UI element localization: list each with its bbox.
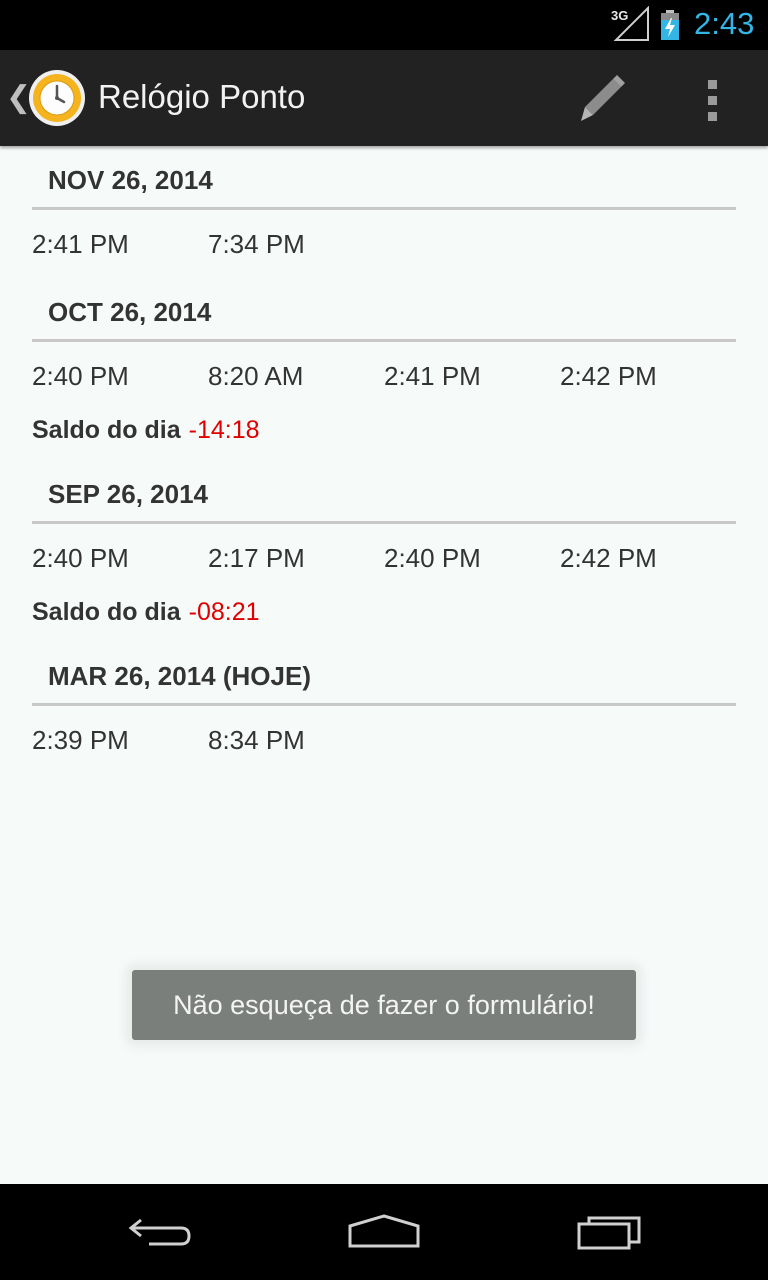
punch-time[interactable]: 8:20 AM xyxy=(208,358,384,394)
punch-time[interactable]: 2:40 PM xyxy=(32,540,208,576)
divider xyxy=(32,339,736,342)
divider xyxy=(32,521,736,524)
home-button[interactable] xyxy=(336,1204,432,1260)
network-type: 3G xyxy=(611,8,629,23)
toast-message: Não esqueça de fazer o formulário! xyxy=(132,970,636,1040)
daily-balance-label: Saldo do dia xyxy=(32,416,181,444)
battery-charging-icon xyxy=(661,10,679,40)
day-group: NOV 26, 2014 2:41 PM 7:34 PM xyxy=(0,164,768,262)
status-bar: 3G 2:43 xyxy=(0,0,768,50)
punch-time[interactable]: 2:17 PM xyxy=(208,540,384,576)
daily-balance-label: Saldo do dia xyxy=(32,598,181,626)
punch-time[interactable]: 2:39 PM xyxy=(32,722,208,758)
divider xyxy=(32,207,736,210)
day-header: OCT 26, 2014 xyxy=(48,297,212,327)
punch-time[interactable]: 2:42 PM xyxy=(560,540,736,576)
recents-icon xyxy=(577,1216,641,1250)
divider xyxy=(32,703,736,706)
punch-row: 2:39 PM 8:34 PM xyxy=(32,722,768,758)
edit-button[interactable] xyxy=(568,68,632,132)
punch-time[interactable]: 2:42 PM xyxy=(560,358,736,394)
punch-time[interactable]: 7:34 PM xyxy=(208,226,384,262)
punch-time[interactable]: 2:41 PM xyxy=(32,226,208,262)
day-header: MAR 26, 2014 (HOJE) xyxy=(48,661,311,691)
day-group: SEP 26, 2014 2:40 PM 2:17 PM 2:40 PM 2:4… xyxy=(0,478,768,630)
app-title: Relógio Ponto xyxy=(98,78,306,115)
day-group: OCT 26, 2014 2:40 PM 8:20 AM 2:41 PM 2:4… xyxy=(0,296,768,448)
clock-app-icon[interactable] xyxy=(28,69,86,127)
home-icon xyxy=(348,1214,420,1248)
back-button[interactable] xyxy=(112,1204,208,1260)
daily-balance-value: -08:21 xyxy=(188,598,260,626)
day-group: MAR 26, 2014 (HOJE) 2:39 PM 8:34 PM xyxy=(0,660,768,758)
status-clock: 2:43 xyxy=(694,6,755,41)
punch-time[interactable]: 2:40 PM xyxy=(384,540,560,576)
daily-balance: Saldo do dia -08:21 xyxy=(32,594,768,630)
recents-button[interactable] xyxy=(562,1204,658,1260)
overflow-menu-icon[interactable] xyxy=(688,68,736,132)
punch-time[interactable]: 2:41 PM xyxy=(384,358,560,394)
edit-pencil-icon xyxy=(581,75,625,121)
punch-row: 2:41 PM 7:34 PM xyxy=(32,226,768,262)
daily-balance: Saldo do dia -14:18 xyxy=(32,412,768,448)
punch-time[interactable]: 8:34 PM xyxy=(208,722,384,758)
action-bar: ❮ Relógio Ponto xyxy=(0,50,768,146)
day-header: SEP 26, 2014 xyxy=(48,479,208,509)
back-icon xyxy=(128,1218,191,1246)
punch-list: NOV 26, 2014 2:41 PM 7:34 PM OCT 26, 201… xyxy=(0,146,768,758)
daily-balance-value: -14:18 xyxy=(188,416,260,444)
navigation-bar xyxy=(0,1184,768,1280)
punch-time[interactable]: 2:40 PM xyxy=(32,358,208,394)
day-header: NOV 26, 2014 xyxy=(48,165,213,195)
punch-row: 2:40 PM 2:17 PM 2:40 PM 2:42 PM xyxy=(32,540,768,576)
punch-row: 2:40 PM 8:20 AM 2:41 PM 2:42 PM xyxy=(32,358,768,394)
